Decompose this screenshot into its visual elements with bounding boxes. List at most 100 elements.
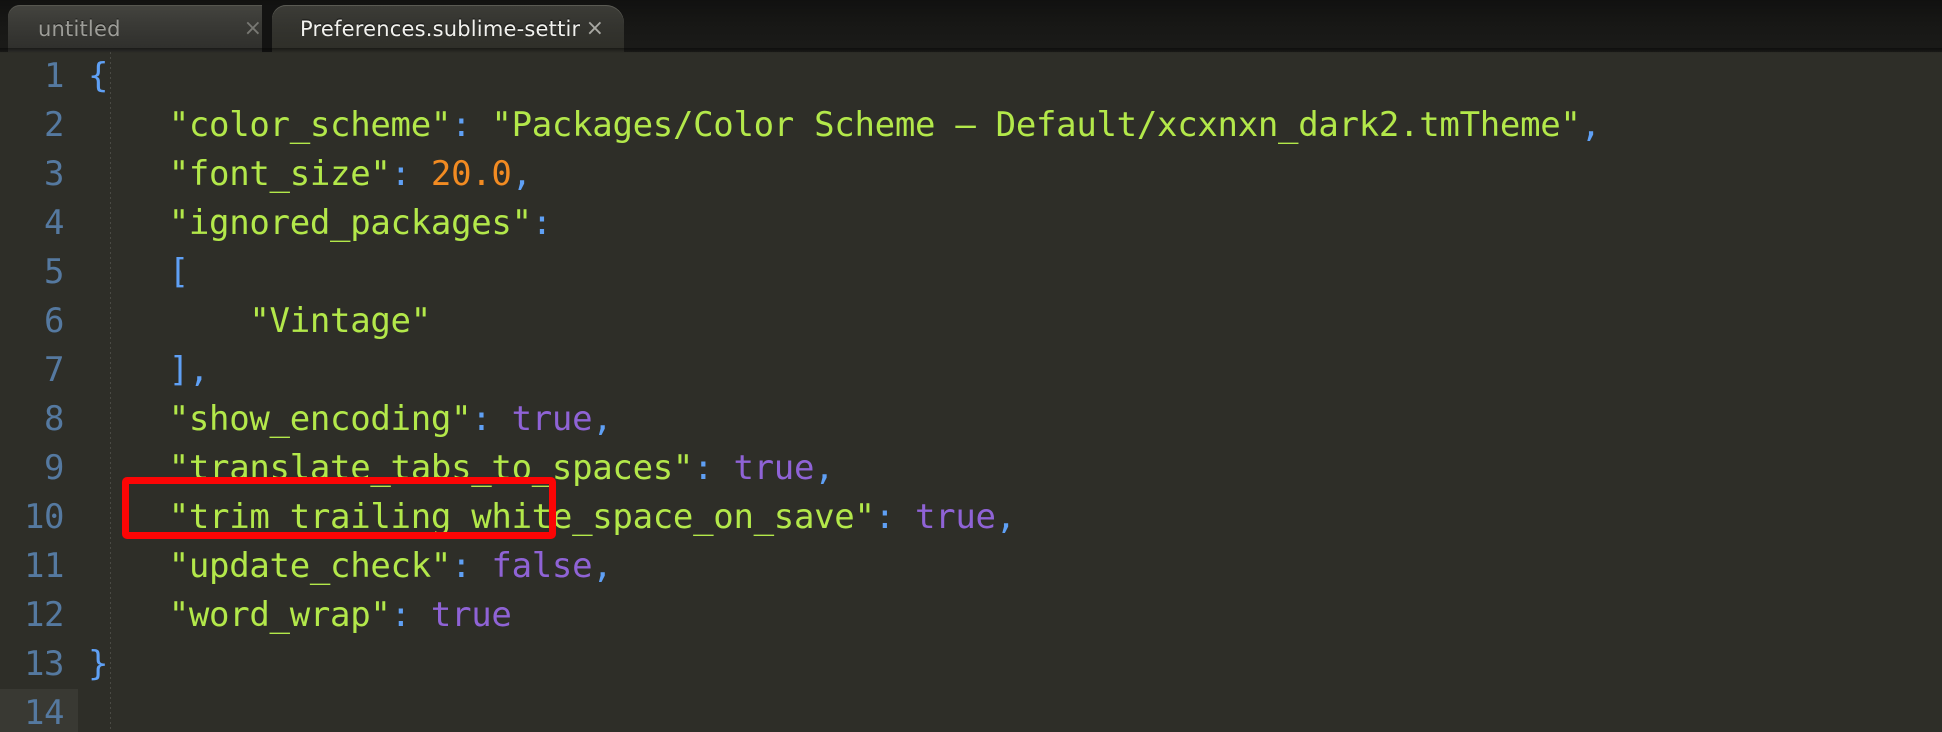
code-line-text[interactable]: "color_scheme": "Packages/Color Scheme –… [78,101,1942,150]
code-line[interactable]: 7 ], [0,346,1942,395]
code-line[interactable]: 1{ [0,52,1942,101]
code-line[interactable]: 11 "update_check": false, [0,542,1942,591]
code-line-text[interactable]: "show_encoding": true, [78,395,1942,444]
code-token: , [995,497,1016,537]
code-token: , [592,399,613,439]
code-line[interactable]: 2 "color_scheme": "Packages/Color Scheme… [0,101,1942,150]
code-line[interactable]: 5 [ [0,248,1942,297]
code-line-text[interactable]: ], [78,346,1942,395]
line-number: 3 [44,154,64,194]
close-icon[interactable]: × [580,17,610,40]
code-line-text[interactable]: "translate_tabs_to_spaces": true, [78,444,1942,493]
tab-untitled-label: untitled [38,16,121,41]
code-token: , [1580,105,1601,145]
code-line[interactable]: 10 "trim_trailing_white_space_on_save": … [0,493,1942,542]
line-number: 8 [44,399,64,439]
code-token: "translate_tabs_to_spaces" [168,448,694,488]
code-line-text[interactable]: "trim_trailing_white_space_on_save": tru… [78,493,1942,542]
line-number: 1 [44,56,64,96]
line-number: 9 [44,448,64,488]
code-line[interactable]: 8 "show_encoding": true, [0,395,1942,444]
code-line-text[interactable]: "Vintage" [78,297,1942,346]
tab-bar: untitled × Preferences.sublime-settings … [0,0,1942,53]
code-token: false [491,546,593,586]
code-token: : [471,399,492,439]
line-number: 6 [44,301,64,341]
code-token: : [531,203,552,243]
code-token: "show_encoding" [168,399,472,439]
code-token: "Packages/Color Scheme – Default/xcxnxn_… [491,105,1581,145]
line-number: 11 [24,546,64,586]
code-token: { [88,56,109,96]
code-token: : [451,105,472,145]
code-line[interactable]: 9 "translate_tabs_to_spaces": true, [0,444,1942,493]
code-token: , [814,448,835,488]
code-line-text[interactable]: [ [78,248,1942,297]
code-line-text[interactable]: "ignored_packages": [78,199,1942,248]
code-token: true [430,595,512,635]
code-line-text[interactable]: } [78,640,1942,689]
code-token: "color_scheme" [168,105,452,145]
code-token: : [693,448,714,488]
code-token: "update_check" [168,546,452,586]
code-token: , [592,546,613,586]
code-line[interactable]: 3 "font_size": 20.0, [0,150,1942,199]
code-line[interactable]: 12 "word_wrap": true [0,591,1942,640]
line-number: 7 [44,350,64,390]
code-token: "font_size" [168,154,391,194]
code-token: 20.0 [430,154,512,194]
code-token: [ [168,252,189,292]
code-token: "word_wrap" [168,595,391,635]
code-token: , [511,154,532,194]
code-token: : [451,546,472,586]
code-line-text[interactable]: "update_check": false, [78,542,1942,591]
code-token: : [390,595,411,635]
line-number: 12 [24,595,64,635]
code-token: ] [168,350,189,390]
code-line[interactable]: 13} [0,640,1942,689]
code-token: : [874,497,895,537]
code-line[interactable]: 4 "ignored_packages": [0,199,1942,248]
code-token: , [188,350,210,390]
code-line-text[interactable]: "font_size": 20.0, [78,150,1942,199]
code-token: true [914,497,996,537]
tab-preferences-sublime-settings[interactable]: Preferences.sublime-settings × [272,5,624,52]
code-token: } [88,644,109,684]
code-token: true [733,448,815,488]
code-line-text[interactable]: "word_wrap": true [78,591,1942,640]
code-token: true [511,399,593,439]
code-token: : [390,154,411,194]
line-number: 14 [0,689,78,732]
line-number: 13 [24,644,64,684]
code-line-text[interactable]: { [78,52,1942,101]
line-number: 2 [44,105,64,145]
tab-untitled[interactable]: untitled × [8,5,280,52]
line-number: 10 [24,497,64,537]
tab-preferences-label: Preferences.sublime-settings [300,16,580,41]
code-token: "ignored_packages" [168,203,532,243]
line-number: 4 [44,203,64,243]
code-lines-container[interactable]: 1{2 "color_scheme": "Packages/Color Sche… [0,52,1942,732]
code-editor[interactable]: 1{2 "color_scheme": "Packages/Color Sche… [0,52,1942,732]
line-number: 5 [44,252,64,292]
code-line[interactable]: 14 [0,689,1942,732]
code-line[interactable]: 6 "Vintage" [0,297,1942,346]
